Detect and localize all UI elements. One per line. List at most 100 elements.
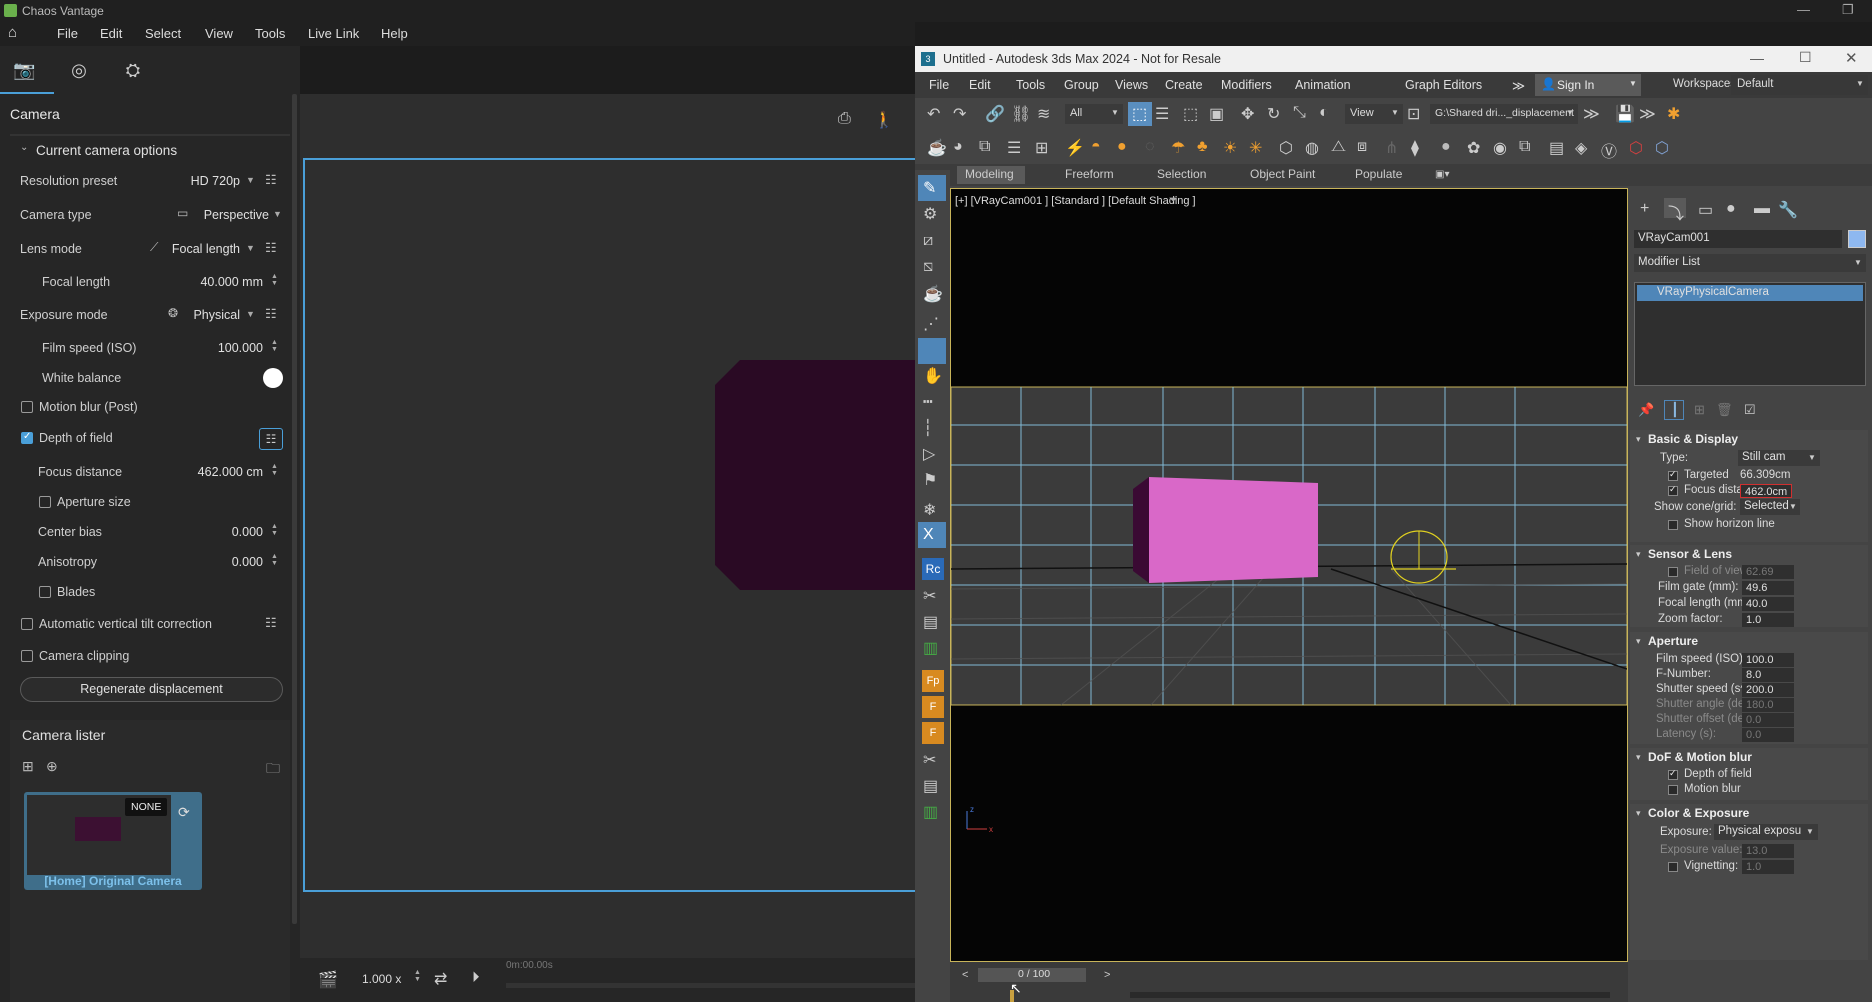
modifier-list-dropdown[interactable]: Modifier List ▼ [1634,254,1866,272]
play-icon[interactable]: ⏵ [472,969,480,986]
dome-light-icon[interactable]: ◓ [1091,138,1101,156]
minimize-icon[interactable]: — [1750,50,1764,66]
project-path-dropdown[interactable]: G:\Shared dri..._displacement ▼ [1430,104,1578,124]
ribbon-tab-populate[interactable]: Populate [1355,167,1402,181]
dof-title[interactable]: DoF & Motion blur [1648,750,1752,764]
vignetting-input[interactable]: 1.0 [1742,860,1794,874]
fov-input[interactable]: 62.69 [1742,565,1794,579]
spinner-icon[interactable]: ▲ ▼ [271,463,279,477]
vantage-viewport[interactable]: ⎙ 🚶 [300,94,1015,958]
max-menu-file[interactable]: File [929,78,949,92]
spinner-icon[interactable]: ▲ ▼ [271,553,279,567]
focal-length-input[interactable]: 40.000 mm [160,275,263,289]
display-tab-icon[interactable]: ▬ [1754,200,1770,218]
ies-light-icon[interactable]: ◌ [1145,138,1155,156]
refresh-icon[interactable]: ⟳ [178,804,190,821]
scatter-icon[interactable]: ⧈ [1357,138,1367,156]
modify-tab-icon[interactable]: ⤵ [1668,200,1684,224]
regenerate-displacement-button[interactable]: Regenerate displacement [20,677,283,702]
center-bias-input[interactable]: 0.000 [160,525,263,539]
spinner-icon[interactable]: ▲ ▼ [414,969,421,983]
film-speed-input[interactable]: 100.000 [160,341,263,355]
focus-distance-checkbox[interactable]: ✓ [1668,484,1678,496]
scene-box[interactable] [1149,477,1318,583]
menu-edit[interactable]: Edit [100,26,122,41]
unlink-icon[interactable]: ⛓ [1011,104,1031,124]
targeted-checkbox[interactable]: ✓ [1668,469,1678,481]
auto-vertical-tilt-checkbox[interactable] [21,618,33,630]
undo-icon[interactable]: ↶ [927,104,940,124]
close-icon[interactable]: ✕ [1845,49,1858,67]
shutter-offset-input[interactable]: 0.0 [1742,713,1794,727]
workspaces-dropdown[interactable]: Default ▼ [1731,75,1868,95]
shutter-angle-input[interactable]: 180.0 [1742,698,1794,712]
spinner-icon[interactable]: ▲ ▼ [271,523,279,537]
show-end-result-button[interactable]: ┃ [1664,400,1684,420]
cube-blue-icon[interactable]: ⬡ [1655,138,1669,158]
texture-icon[interactable]: ⧉ [1519,138,1530,156]
scale-icon[interactable]: ⤡ [1293,104,1306,122]
motion-tab-icon[interactable]: ● [1726,200,1736,218]
camera-card[interactable]: NONE ⟳ [Home] Original Camera [24,792,202,890]
ribbon-tab-object-paint[interactable]: Object Paint [1250,167,1315,181]
sky-icon[interactable]: ✳ [1249,138,1262,158]
focal-length-max-input[interactable]: 40.0 [1742,597,1794,611]
max-menu-graph-editors[interactable]: Graph Editors [1405,78,1482,92]
walk-mode-icon[interactable]: 🚶 [874,110,894,130]
select-object-button[interactable]: ⬚ [1128,102,1152,126]
minimize-icon[interactable]: — [1797,2,1810,17]
sign-in-dropdown[interactable]: 👤 Sign In ▼ [1535,74,1641,96]
utilities-tab-icon[interactable]: 🔧 [1778,200,1798,220]
object-name-field[interactable]: VRayCam001 [1634,230,1842,248]
menu-select[interactable]: Select [145,26,181,41]
vignetting-checkbox[interactable] [1668,862,1678,872]
panel-scrollbar[interactable] [292,94,297,924]
max-menu-tools[interactable]: Tools [1016,78,1045,92]
focus-distance-max-input[interactable]: 462.0cm [1740,484,1792,498]
freeze-icon[interactable]: ❄ [923,500,936,520]
stack-item-selected[interactable]: VRayPhysicalCamera [1637,285,1863,301]
selection-filter-dropdown[interactable]: All ▼ [1065,104,1123,124]
edit-named-sel-icon[interactable]: ┆ [923,418,933,438]
render-icon[interactable]: ✱ [1667,104,1680,124]
link-icon[interactable]: 🔗 [985,104,1005,124]
timeline-next-button[interactable]: > [1104,969,1110,981]
lens-mode-dropdown[interactable]: ⟋ Focal length ▼ [148,238,256,260]
shutter-speed-input[interactable]: 200.0 [1742,683,1794,697]
select-by-name-icon[interactable]: ☰ [1155,104,1169,124]
reference-coord-dropdown[interactable]: View ▼ [1345,104,1403,124]
tune-icon[interactable]: ☷ [265,615,277,631]
bind-space-warp-icon[interactable]: ≋ [1037,104,1050,124]
camera-tab-icon[interactable]: 📷 [13,60,35,80]
dof-settings-button[interactable]: ☷ [259,428,283,450]
toolbar-overflow-icon[interactable]: ≫ [1583,104,1600,124]
add-folder-icon[interactable]: 🗀 [266,758,280,782]
remove-modifier-icon[interactable]: 🗑 [1716,402,1733,418]
forest-tool-icon[interactable]: F [922,696,944,718]
sun-icon[interactable]: ☀ [1223,138,1237,158]
object-color-swatch[interactable] [1848,230,1866,248]
percent-snap-icon[interactable]: ✋ [923,366,943,386]
maximize-icon[interactable]: ☐ [1799,49,1812,66]
max-menu-modifiers[interactable]: Modifiers [1221,78,1272,92]
section-current-camera-options[interactable]: Current camera options [36,143,177,158]
redo-icon[interactable]: ↷ [953,104,966,124]
make-unique-icon[interactable]: ⊞ [1694,402,1705,418]
spinner-icon[interactable]: ▲ ▼ [271,339,279,353]
pin-stack-icon[interactable]: 📌 [1638,402,1654,418]
tune-icon[interactable]: ☷ [265,306,277,322]
motion-blur-checkbox[interactable] [21,401,33,413]
resolution-preset-dropdown[interactable]: HD 720p ▼ [160,170,256,192]
material-library-icon[interactable]: ✿ [1467,138,1480,158]
proxy-icon[interactable]: ⬡ [1279,138,1293,158]
max-menu-create[interactable]: Create [1165,78,1203,92]
save-icon[interactable]: 💾 [1615,104,1635,124]
anisotropy-input[interactable]: 0.000 [160,555,263,569]
cube-red-icon[interactable]: ⬡ [1629,138,1643,158]
scene-explorer-icon[interactable]: ⚙ [923,204,937,224]
white-balance-swatch[interactable] [263,368,283,388]
fov-checkbox[interactable] [1668,567,1678,577]
spinner-snap-icon[interactable]: ┅ [923,392,933,412]
chevron-down-icon[interactable]: ⌄ [20,142,28,153]
menu-file[interactable]: File [57,26,78,41]
